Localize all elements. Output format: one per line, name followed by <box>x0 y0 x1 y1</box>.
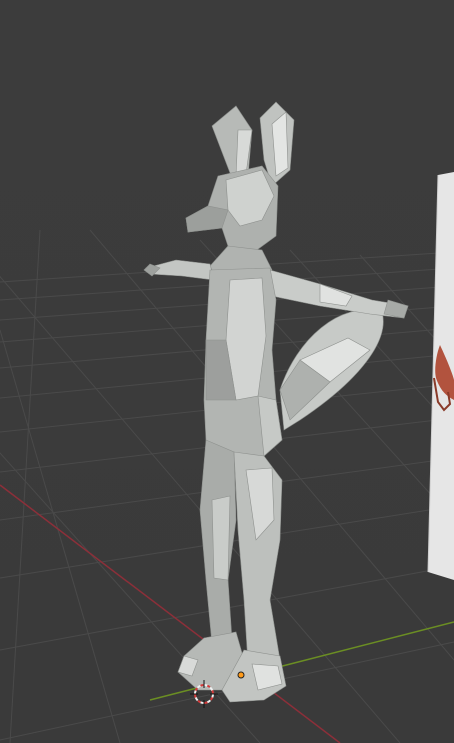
3d-viewport[interactable] <box>0 0 454 743</box>
character-mesh[interactable] <box>143 101 409 703</box>
viewport-canvas[interactable] <box>0 0 454 743</box>
object-origin-dot[interactable] <box>237 671 245 679</box>
reference-image-plane[interactable] <box>427 172 454 580</box>
